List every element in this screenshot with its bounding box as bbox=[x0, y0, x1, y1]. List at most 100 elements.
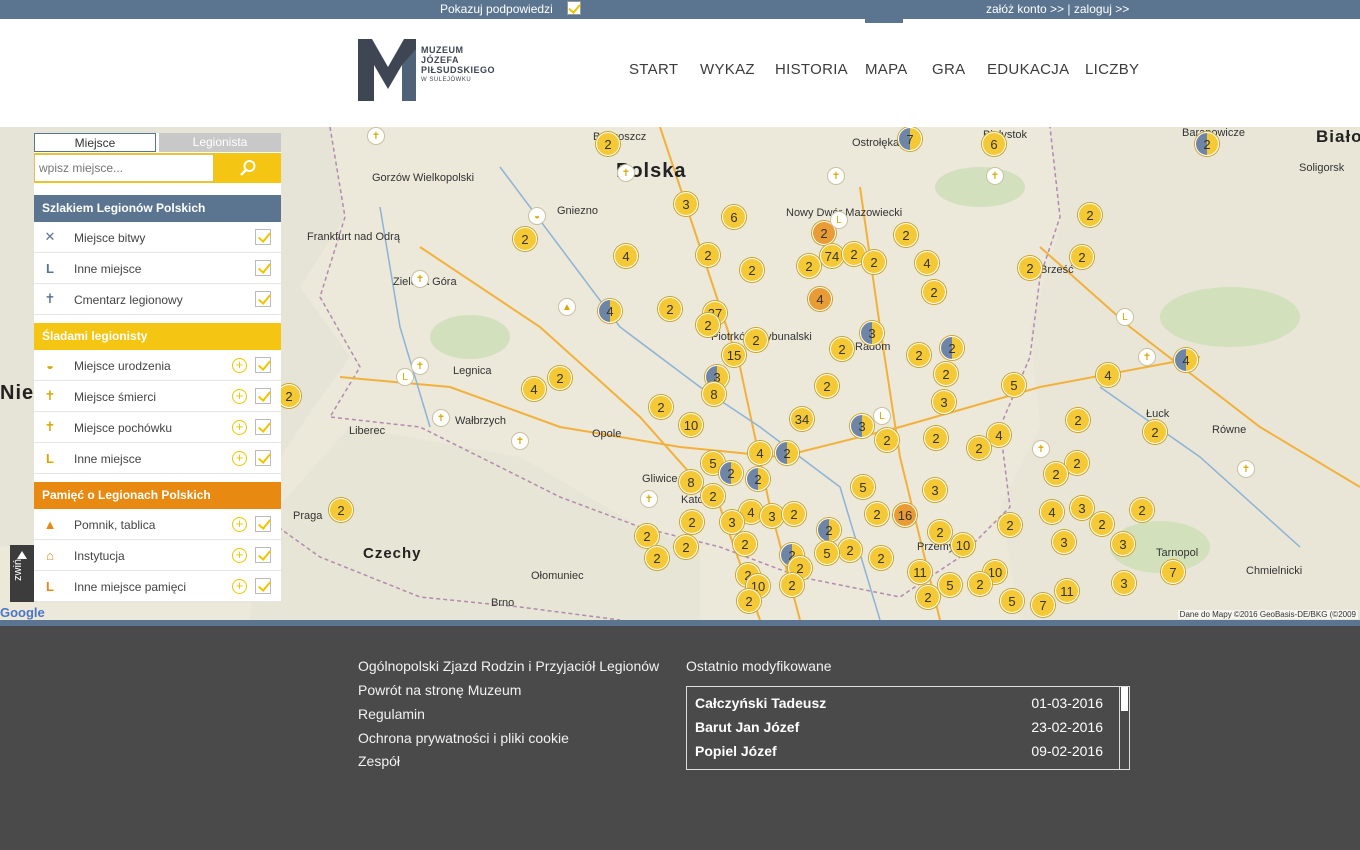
footer-link-team[interactable]: Zespół bbox=[358, 753, 400, 769]
cluster-marker[interactable]: 3 bbox=[1070, 496, 1094, 520]
filter-row[interactable]: ⌂ Instytucja + bbox=[34, 540, 281, 571]
cluster-marker[interactable]: 2 bbox=[782, 502, 806, 526]
cluster-marker[interactable]: 7 bbox=[898, 127, 922, 151]
grave-icon[interactable]: ✝ bbox=[367, 127, 385, 145]
cluster-marker[interactable]: 2 bbox=[1044, 462, 1068, 486]
filter-checkbox[interactable] bbox=[255, 291, 271, 307]
cluster-marker[interactable]: 2 bbox=[815, 374, 839, 398]
plus-icon[interactable]: + bbox=[232, 579, 247, 594]
cluster-marker[interactable]: 4 bbox=[808, 287, 832, 311]
cluster-marker[interactable]: 2 bbox=[1130, 498, 1154, 522]
filter-checkbox[interactable] bbox=[255, 450, 271, 466]
footer-link-privacy[interactable]: Ochrona prywatności i pliki cookie bbox=[358, 730, 569, 746]
cluster-marker[interactable]: 2 bbox=[916, 585, 940, 609]
cluster-marker[interactable]: 4 bbox=[1096, 363, 1120, 387]
cluster-marker[interactable]: 2 bbox=[329, 498, 353, 522]
cluster-marker[interactable]: 5 bbox=[1002, 373, 1026, 397]
letter-l-icon[interactable]: L bbox=[396, 368, 414, 386]
cluster-marker[interactable]: 2 bbox=[596, 132, 620, 156]
plus-icon[interactable]: + bbox=[232, 358, 247, 373]
cluster-marker[interactable]: 2 bbox=[658, 297, 682, 321]
cluster-marker[interactable]: 2 bbox=[719, 461, 743, 485]
cluster-marker[interactable]: 34 bbox=[790, 407, 814, 431]
cluster-marker[interactable]: 6 bbox=[982, 132, 1006, 156]
cluster-marker[interactable]: 3 bbox=[674, 192, 698, 216]
cluster-marker[interactable]: 2 bbox=[696, 313, 720, 337]
filter-checkbox[interactable] bbox=[255, 578, 271, 594]
filter-row[interactable]: ◒ Miejsce urodzenia + bbox=[34, 350, 281, 381]
grave-icon[interactable]: ✝ bbox=[1032, 440, 1050, 458]
search-button[interactable] bbox=[214, 153, 281, 183]
nav-historia[interactable]: HISTORIA bbox=[775, 61, 848, 78]
cluster-marker[interactable]: 2 bbox=[780, 573, 804, 597]
filter-row[interactable]: L Inne miejsce bbox=[34, 253, 281, 284]
cross-icon[interactable]: ✝ bbox=[411, 357, 429, 375]
filter-row[interactable]: ✝ Miejsce śmierci + bbox=[34, 381, 281, 412]
cluster-marker[interactable]: 3 bbox=[932, 390, 956, 414]
monument-icon[interactable]: ▲ bbox=[558, 298, 576, 316]
create-account-link[interactable]: załóż konto >> bbox=[986, 2, 1064, 16]
cluster-marker[interactable]: 2 bbox=[1090, 512, 1114, 536]
cluster-marker[interactable]: 4 bbox=[1174, 348, 1198, 372]
filter-checkbox[interactable] bbox=[255, 357, 271, 373]
cross-icon[interactable]: ✝ bbox=[640, 490, 658, 508]
cluster-marker[interactable]: 2 bbox=[1065, 451, 1089, 475]
collapse-panel-button[interactable]: zwiń bbox=[10, 545, 34, 602]
footer-link-regulamin[interactable]: Regulamin bbox=[358, 706, 425, 722]
cluster-marker[interactable]: 2 bbox=[1066, 408, 1090, 432]
plus-icon[interactable]: + bbox=[232, 517, 247, 532]
cluster-marker[interactable]: 2 bbox=[701, 484, 725, 508]
cluster-marker[interactable]: 2 bbox=[928, 520, 952, 544]
cluster-marker[interactable]: 11 bbox=[1055, 579, 1079, 603]
filter-checkbox[interactable] bbox=[255, 260, 271, 276]
filter-row[interactable]: L Inne miejsce + bbox=[34, 443, 281, 474]
cluster-marker[interactable]: 2 bbox=[635, 524, 659, 548]
cluster-marker[interactable]: 2 bbox=[922, 280, 946, 304]
cluster-marker[interactable]: 15 bbox=[722, 343, 746, 367]
recent-item[interactable]: Całczyński Tadeusz 01-03-2016 bbox=[695, 695, 1103, 711]
cluster-marker[interactable]: 5 bbox=[1000, 589, 1024, 613]
plus-icon[interactable]: + bbox=[232, 389, 247, 404]
cluster-marker[interactable]: 4 bbox=[987, 423, 1011, 447]
cluster-marker[interactable]: 3 bbox=[860, 321, 884, 345]
cluster-marker[interactable]: 16 bbox=[893, 503, 917, 527]
recent-item[interactable]: Barut Jan Józef 23-02-2016 bbox=[695, 719, 1103, 735]
cluster-marker[interactable]: 2 bbox=[649, 395, 673, 419]
cluster-marker[interactable]: 2 bbox=[817, 518, 841, 542]
cluster-marker[interactable]: 3 bbox=[923, 478, 947, 502]
filter-row[interactable]: ✝ Cmentarz legionowy bbox=[34, 284, 281, 315]
cluster-marker[interactable]: 3 bbox=[850, 414, 874, 438]
filter-checkbox[interactable] bbox=[255, 388, 271, 404]
cluster-marker[interactable]: 4 bbox=[614, 244, 638, 268]
cluster-marker[interactable]: 2 bbox=[968, 572, 992, 596]
cluster-marker[interactable]: 10 bbox=[679, 413, 703, 437]
cluster-marker[interactable]: 2 bbox=[838, 538, 862, 562]
cluster-marker[interactable]: 2 bbox=[746, 467, 770, 491]
nav-gra[interactable]: GRA bbox=[932, 61, 965, 78]
cross-icon[interactable]: ✝ bbox=[411, 270, 429, 288]
recent-item[interactable]: Popiel Józef 09-02-2016 bbox=[695, 743, 1103, 759]
cross-icon[interactable]: ✝ bbox=[511, 432, 529, 450]
filter-row[interactable]: ✝ Miejsce pochówku + bbox=[34, 412, 281, 443]
cluster-marker[interactable]: 2 bbox=[740, 258, 764, 282]
letter-l-icon[interactable]: L bbox=[830, 211, 848, 229]
cluster-marker[interactable]: 2 bbox=[733, 532, 757, 556]
recent-scrollbar[interactable] bbox=[1119, 687, 1129, 769]
cluster-marker[interactable]: 2 bbox=[1195, 132, 1219, 156]
cluster-marker[interactable]: 4 bbox=[522, 377, 546, 401]
filter-checkbox[interactable] bbox=[255, 547, 271, 563]
museum-logo[interactable]: MUZEUM JÓZEFA PIŁSUDSKIEGO W SULEJÓWKU bbox=[358, 39, 495, 106]
cluster-marker[interactable]: 74 bbox=[820, 244, 844, 268]
cluster-marker[interactable]: 7 bbox=[1031, 593, 1055, 617]
login-link[interactable]: zaloguj >> bbox=[1074, 2, 1129, 16]
cemetery-icon[interactable]: ✝ bbox=[1237, 460, 1255, 478]
cluster-marker[interactable]: 10 bbox=[951, 533, 975, 557]
pram-icon[interactable]: ◒ bbox=[528, 207, 546, 225]
cluster-marker[interactable]: 7 bbox=[1161, 560, 1185, 584]
cluster-marker[interactable]: 2 bbox=[797, 254, 821, 278]
cluster-marker[interactable]: 2 bbox=[875, 428, 899, 452]
cluster-marker[interactable]: 6 bbox=[722, 205, 746, 229]
filter-checkbox[interactable] bbox=[255, 229, 271, 245]
tab-legionista[interactable]: Legionista bbox=[159, 133, 281, 152]
cemetery-icon[interactable]: ✝ bbox=[1138, 348, 1156, 366]
